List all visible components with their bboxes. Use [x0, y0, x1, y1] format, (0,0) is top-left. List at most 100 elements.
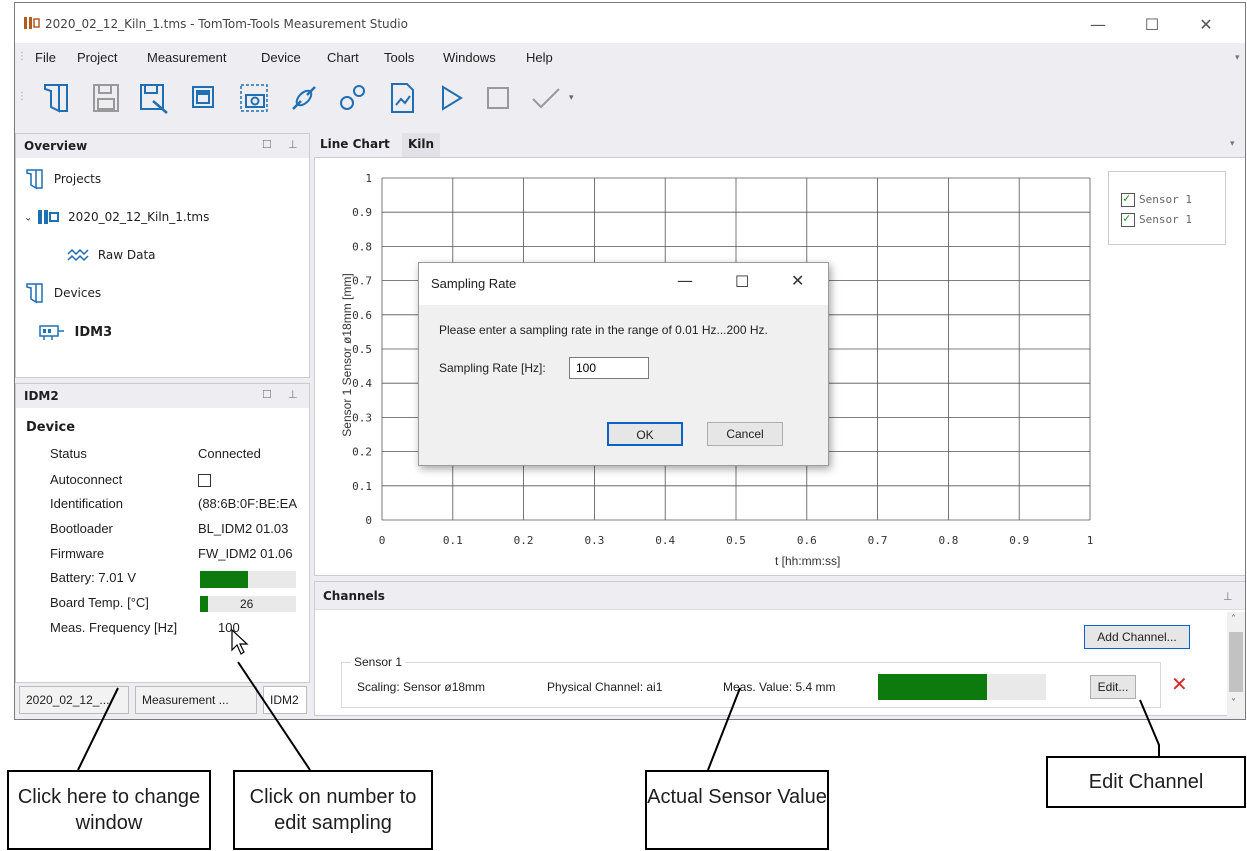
channel-scaling: Scaling: Sensor ø18mm — [357, 680, 486, 694]
overview-title: Overview — [24, 139, 88, 153]
tab-idm2[interactable]: IDM2 — [263, 686, 307, 714]
settings-icon[interactable] — [333, 79, 371, 117]
edit-channel-button[interactable]: Edit... — [1090, 675, 1136, 699]
float-icon[interactable]: ☐ — [262, 138, 272, 151]
mouse-cursor-icon — [231, 628, 249, 655]
menu-device[interactable]: Device — [261, 50, 301, 65]
x-axis-label: t [hh:mm:ss] — [775, 554, 841, 568]
menu-file[interactable]: File — [35, 50, 56, 65]
close-button[interactable]: ✕ — [1183, 11, 1229, 39]
menu-chart[interactable]: Chart — [327, 50, 359, 65]
save-icon[interactable] — [87, 79, 125, 117]
section-device: Device — [26, 420, 76, 435]
tree-label: IDM3 — [74, 324, 113, 340]
sampling-rate-input[interactable] — [569, 357, 649, 379]
tab-line-chart[interactable]: Line Chart — [314, 133, 396, 157]
menu-tools[interactable]: Tools — [384, 50, 414, 65]
add-channel-button[interactable]: Add Channel... — [1084, 625, 1190, 649]
x-tick-label: 0.3 — [584, 534, 604, 547]
dialog-message: Please enter a sampling rate in the rang… — [439, 323, 768, 337]
raw-data-icon — [67, 248, 89, 262]
y-tick-label: 0.7 — [352, 275, 372, 288]
y-axis-label: Sensor 1 Sensor ø18mm [mm] — [340, 273, 354, 437]
window-title: 2020_02_12_Kiln_1.tms - TomTom-Tools Mea… — [45, 17, 408, 31]
menu-project[interactable]: Project — [77, 50, 117, 65]
export-chart-icon[interactable] — [383, 79, 421, 117]
tree-devices[interactable]: Devices — [24, 282, 101, 304]
menu-help[interactable]: Help — [526, 50, 553, 65]
y-tick-label: 0.6 — [352, 309, 372, 322]
app-icon — [24, 17, 40, 29]
scroll-thumb[interactable] — [1229, 632, 1243, 692]
toolbar: ⋮ ▾ — [15, 73, 1245, 129]
device-properties-panel: IDM2 ☐ ⊥ Device Status Connected Autocon… — [15, 383, 310, 683]
battery-bar — [200, 571, 296, 588]
copy-window-icon[interactable] — [185, 79, 223, 117]
dialog-minimize-button[interactable]: — — [677, 271, 693, 290]
tab-project-file[interactable]: 2020_02_12_... — [19, 686, 129, 714]
channels-scrollbar[interactable]: ˄ ˅ — [1227, 612, 1245, 716]
callout-change-window: Click here to change window — [7, 770, 211, 850]
y-tick-label: 0.2 — [352, 446, 372, 459]
overview-header: Overview ☐ ⊥ — [16, 134, 309, 158]
channel-physical: Physical Channel: ai1 — [547, 680, 663, 694]
tree-raw-data[interactable]: Raw Data — [66, 246, 156, 264]
battery-label: Battery: 7.01 V — [50, 570, 136, 585]
tab-overflow-icon[interactable]: ▾ — [1230, 139, 1235, 149]
scroll-down-icon[interactable]: ˅ — [1231, 698, 1236, 709]
pin-icon[interactable]: ⊥ — [1223, 590, 1233, 603]
minimize-button[interactable]: — — [1075, 11, 1121, 39]
tab-measurement[interactable]: Measurement ... — [135, 686, 257, 714]
legend-item[interactable]: Sensor 1 — [1121, 211, 1192, 227]
new-project-icon[interactable] — [37, 79, 75, 117]
legend-checkbox[interactable] — [1121, 211, 1135, 227]
autoconnect-checkbox[interactable] — [198, 474, 211, 487]
maximize-button[interactable]: ☐ — [1129, 11, 1175, 39]
x-tick-label: 0.1 — [443, 534, 463, 547]
stop-icon[interactable] — [479, 79, 517, 117]
projects-icon — [26, 169, 43, 190]
device-icon — [39, 325, 64, 340]
grip-icon: ⋮ — [17, 91, 27, 102]
meas-value-bar — [878, 674, 1046, 700]
idm2-title: IDM2 — [24, 389, 59, 403]
connect-icon[interactable] — [285, 79, 323, 117]
identification-value: (88:6B:0F:BE:EA — [198, 496, 297, 511]
bootloader-label: Bootloader — [50, 521, 113, 536]
pin-icon[interactable]: ⊥ — [288, 138, 298, 151]
cancel-button[interactable]: Cancel — [707, 422, 783, 446]
sampling-rate-label: Sampling Rate [Hz]: — [439, 361, 546, 375]
channels-title: Channels — [323, 589, 385, 603]
float-icon[interactable]: ☐ — [262, 388, 272, 401]
channel-meas-value: Meas. Value: 5.4 mm — [723, 680, 836, 694]
dialog-maximize-button[interactable]: ☐ — [735, 272, 749, 291]
menu-measurement[interactable]: Measurement — [147, 50, 226, 65]
screenshot-icon[interactable] — [235, 79, 273, 117]
check-icon[interactable] — [527, 79, 565, 117]
dialog-close-button[interactable]: ✕ — [791, 271, 804, 290]
start-icon[interactable] — [431, 79, 469, 117]
channels-panel: Channels ⊥ Add Channel... Sensor 1 Scali… — [314, 581, 1245, 716]
legend-item[interactable]: Sensor 1 — [1121, 191, 1192, 207]
tree-label: Devices — [53, 285, 102, 300]
save-as-icon[interactable] — [135, 79, 173, 117]
status-value: Connected — [198, 446, 261, 461]
tree-projects[interactable]: Projects — [24, 168, 101, 190]
tree-file[interactable]: ⌄ 2020_02_12_Kiln_1.tms — [24, 208, 209, 226]
devices-icon — [26, 283, 43, 304]
tree-device-idm3[interactable]: IDM3 — [38, 322, 112, 342]
file-icon — [38, 210, 60, 224]
dialog-title: Sampling Rate — [431, 276, 517, 291]
expand-icon[interactable]: ⌄ — [24, 213, 32, 224]
menu-windows[interactable]: Windows — [443, 50, 496, 65]
ok-button[interactable]: OK — [607, 422, 683, 446]
legend-checkbox[interactable] — [1121, 191, 1135, 207]
tab-kiln[interactable]: Kiln — [402, 133, 441, 157]
check-dropdown-icon[interactable]: ▾ — [569, 93, 574, 103]
menu-overflow-icon[interactable]: ▾ — [1235, 53, 1240, 63]
callout-sensor-value: Actual Sensor Value — [645, 770, 829, 850]
scroll-up-icon[interactable]: ˄ — [1231, 614, 1236, 625]
x-tick-label: 0.8 — [938, 534, 958, 547]
pin-icon[interactable]: ⊥ — [288, 388, 298, 401]
delete-channel-icon[interactable]: ✕ — [1171, 672, 1188, 696]
